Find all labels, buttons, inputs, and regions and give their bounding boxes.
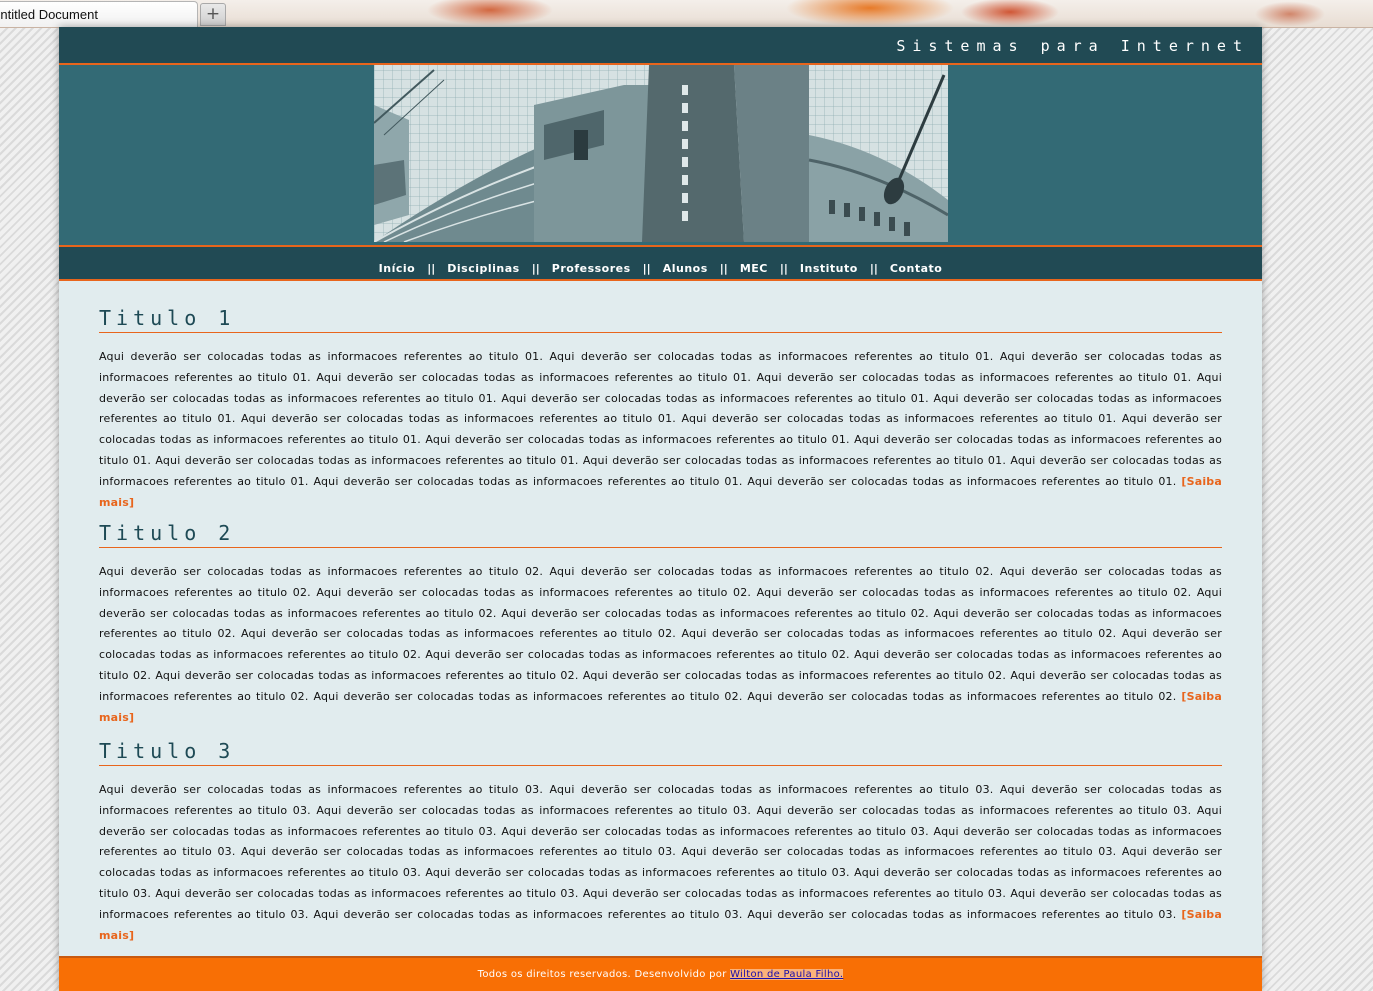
- nav-contato[interactable]: Contato: [890, 262, 942, 275]
- section-titulo-3: Titulo 3 Aqui deverão ser colocadas toda…: [99, 737, 1222, 946]
- nav-separator: ||: [719, 262, 728, 275]
- footer-text: Todos os direitos reservados. Desenvolvi…: [477, 969, 731, 980]
- section-title: Titulo 2: [99, 519, 1222, 548]
- site-title: Sistemas para Internet: [896, 37, 1249, 55]
- nav-mec[interactable]: MEC: [740, 262, 768, 275]
- main-nav: Início || Disciplinas || Professores || Alunos…: [59, 247, 1262, 281]
- nav-separator: ||: [642, 262, 651, 275]
- author-link[interactable]: Wilton de Paula Filho.: [730, 969, 844, 980]
- section-text: Aqui deverão ser colocadas todas as info…: [99, 347, 1222, 513]
- nav-disciplinas[interactable]: Disciplinas: [447, 262, 519, 275]
- browser-tab-strip: Untitled Document +: [0, 0, 1373, 28]
- nav-professores[interactable]: Professores: [552, 262, 631, 275]
- plus-icon: +: [205, 4, 221, 24]
- section-text: Aqui deverão ser colocadas todas as info…: [99, 780, 1222, 946]
- section-body: Aqui deverão ser colocadas todas as info…: [99, 565, 1222, 703]
- footer: Todos os direitos reservados. Desenvolvi…: [59, 956, 1262, 991]
- section-title: Titulo 1: [99, 304, 1222, 333]
- nav-separator: ||: [869, 262, 878, 275]
- browser-tab-title: Untitled Document: [0, 7, 98, 22]
- banner: [59, 65, 1262, 247]
- nav-instituto[interactable]: Instituto: [800, 262, 858, 275]
- section-titulo-2: Titulo 2 Aqui deverão ser colocadas toda…: [99, 519, 1222, 724]
- section-title: Titulo 3: [99, 737, 1222, 766]
- main-content: Titulo 1 Aqui deverão ser colocadas toda…: [59, 281, 1262, 946]
- nav-separator: ||: [427, 262, 436, 275]
- section-text: Aqui deverão ser colocadas todas as info…: [99, 562, 1222, 728]
- top-header-bar: Sistemas para Internet: [59, 27, 1262, 65]
- section-body: Aqui deverão ser colocadas todas as info…: [99, 783, 1222, 921]
- banner-building-image: [374, 65, 948, 242]
- nav-separator: ||: [779, 262, 788, 275]
- new-tab-button[interactable]: +: [200, 3, 226, 26]
- nav-separator: ||: [531, 262, 540, 275]
- nav-alunos[interactable]: Alunos: [663, 262, 708, 275]
- page-container: Sistemas para Internet Início || Discipl…: [59, 27, 1262, 991]
- building-photo: [374, 65, 948, 242]
- section-titulo-1: Titulo 1 Aqui deverão ser colocadas toda…: [99, 304, 1222, 509]
- browser-tab[interactable]: Untitled Document: [0, 1, 198, 27]
- section-body: Aqui deverão ser colocadas todas as info…: [99, 350, 1222, 488]
- nav-inicio[interactable]: Início: [379, 262, 416, 275]
